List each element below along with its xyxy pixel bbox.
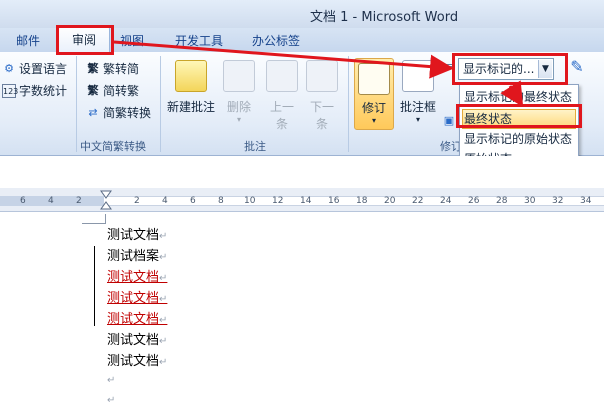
highlight-review-tab	[56, 25, 114, 55]
ruler-tick-label: 24	[440, 196, 452, 206]
document-line[interactable]: 测试文档↵	[107, 329, 167, 348]
document-line[interactable]: 测试文档↵	[107, 224, 167, 243]
tab-mailings[interactable]: 邮件	[16, 32, 40, 49]
empty-paragraph[interactable]: ↵	[107, 392, 115, 406]
document-page[interactable]	[0, 212, 604, 406]
highlight-final-option	[456, 104, 582, 128]
ruler-tick-label: 6	[190, 196, 196, 206]
delete-comment-icon	[223, 60, 255, 92]
tab-view[interactable]: 视图	[120, 32, 144, 49]
menu-item-original-showing-markup[interactable]: 显示标记的原始状态	[464, 129, 572, 149]
tracked-change-line[interactable]: 测试文档↵	[107, 287, 167, 306]
tracked-change-line[interactable]: 测试文档↵	[107, 266, 167, 285]
set-language-button[interactable]: ⚙ 设置语言	[2, 60, 67, 77]
ruler-tick-label: 2	[76, 196, 82, 206]
simp-to-trad-button[interactable]: 繁 简转繁	[86, 82, 140, 99]
new-comment-icon	[175, 60, 207, 92]
indent-marker-icon[interactable]	[100, 190, 112, 210]
ruler-tick-label: 14	[300, 196, 312, 206]
ruler-tick-label: 16	[328, 196, 340, 206]
ruler-tick-label: 32	[552, 196, 564, 206]
word-count-icon: 123	[2, 83, 18, 98]
document-line[interactable]: 测试文档↵	[107, 350, 167, 369]
title-bar: 文档 1 - Microsoft Word	[0, 0, 604, 28]
ruler-tick-label: 2	[134, 196, 140, 206]
tab-developer[interactable]: 开发工具	[175, 32, 223, 49]
ruler-tick-label: 20	[384, 196, 396, 206]
chinese-conversion-group-label: 中文简繁转换	[80, 140, 146, 153]
ruler-tick-label: 22	[412, 196, 424, 206]
ruler-tick-label: 30	[524, 196, 536, 206]
delete-comment-button[interactable]: 删除 ▾	[220, 60, 258, 124]
trad-simp-icon: 繁	[87, 61, 99, 75]
language-icon: ⚙	[4, 61, 14, 75]
ruler-tick-label: 4	[162, 196, 168, 206]
ruler-tick-label: 12	[272, 196, 284, 206]
ruler-tick-label: 10	[244, 196, 256, 206]
previous-comment-icon	[266, 60, 298, 92]
comments-group-label: 批注	[244, 140, 266, 153]
next-comment-icon	[306, 60, 338, 92]
track-changes-button[interactable]: 修订 ▾	[354, 58, 394, 130]
track-changes-icon	[358, 63, 390, 95]
ruler-tick-label: 8	[218, 196, 224, 206]
margin-corner-mark	[82, 214, 106, 224]
window-title: 文档 1 - Microsoft Word	[310, 10, 459, 25]
balloons-icon	[402, 60, 434, 92]
new-comment-button[interactable]: 新建批注	[166, 60, 216, 115]
next-comment-button[interactable]: 下一 条	[304, 60, 340, 132]
simp-trad-icon: 繁	[87, 83, 99, 97]
change-bar	[94, 246, 95, 326]
ruler-tick-label: 28	[496, 196, 508, 206]
balloons-button[interactable]: 批注框 ▾	[398, 60, 438, 124]
trad-to-simp-button[interactable]: 繁 繁转简	[86, 60, 140, 77]
convert-button[interactable]: ⇄ 简繁转换	[86, 104, 151, 121]
ruler-tick-label: 26	[468, 196, 480, 206]
convert-icon: ⇄	[88, 105, 98, 119]
ruler-tick-label: 18	[356, 196, 368, 206]
document-line[interactable]: 测试档案↵	[107, 245, 167, 264]
accept-icon[interactable]: ✎	[566, 59, 591, 82]
ruler-tick-label: 4	[48, 196, 54, 206]
ruler-tick-label: 6	[20, 196, 26, 206]
word-count-button[interactable]: 123 字数统计	[2, 82, 67, 99]
tab-office-tab[interactable]: 办公标签	[252, 32, 300, 49]
tracked-change-line[interactable]: 测试文档↵	[107, 308, 167, 327]
empty-paragraph[interactable]: ↵	[107, 372, 115, 387]
previous-comment-button[interactable]: 上一 条	[264, 60, 300, 132]
ruler-tick-label: 34	[580, 196, 592, 206]
highlight-dropdown	[452, 53, 568, 85]
